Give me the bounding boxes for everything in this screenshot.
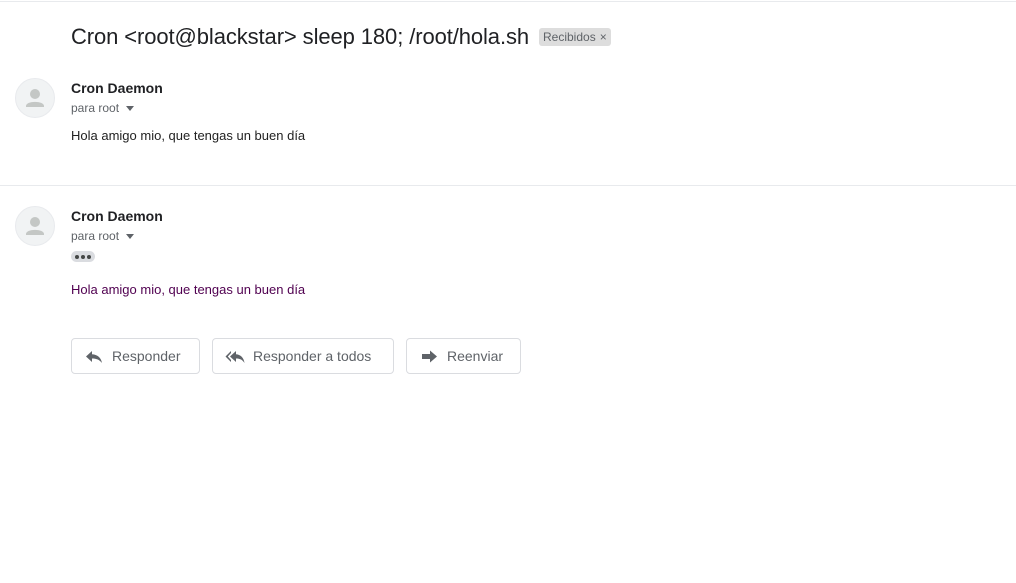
sender-name[interactable]: Cron Daemon xyxy=(71,208,163,224)
reply-all-button[interactable]: Responder a todos xyxy=(212,338,394,374)
forward-icon xyxy=(419,346,439,366)
label-chip-text: Recibidos xyxy=(543,30,596,44)
message-body: Hola amigo mio, que tengas un buen día xyxy=(71,282,306,297)
forward-button[interactable]: Reenviar xyxy=(406,338,521,374)
ellipsis-icon xyxy=(75,254,79,259)
top-divider xyxy=(0,1,1016,2)
remove-label-icon[interactable]: × xyxy=(600,30,607,44)
person-icon xyxy=(15,206,55,246)
sender-name[interactable]: Cron Daemon xyxy=(71,80,163,96)
label-chip-inbox[interactable]: Recibidos × xyxy=(539,28,611,46)
recipient-label: para root xyxy=(71,101,120,115)
message-divider xyxy=(0,185,1016,186)
reply-all-label: Responder a todos xyxy=(253,348,372,364)
caret-down-icon[interactable] xyxy=(126,233,135,239)
reply-label: Responder xyxy=(112,348,181,364)
recipient-label: para root xyxy=(71,229,120,243)
thread-header: Cron <root@blackstar> sleep 180; /root/h… xyxy=(71,22,611,52)
show-trimmed-content-button[interactable] xyxy=(71,251,95,262)
reply-button[interactable]: Responder xyxy=(71,338,200,374)
reply-all-icon xyxy=(225,346,245,366)
person-icon xyxy=(15,78,55,118)
thread-subject: Cron <root@blackstar> sleep 180; /root/h… xyxy=(71,24,529,49)
message-body: Hola amigo mio, que tengas un buen día xyxy=(71,128,306,143)
forward-label: Reenviar xyxy=(447,348,504,364)
caret-down-icon[interactable] xyxy=(126,105,135,111)
recipient-details[interactable]: para root xyxy=(71,229,135,243)
recipient-details[interactable]: para root xyxy=(71,101,135,115)
reply-icon xyxy=(84,346,104,366)
reply-actions: Responder Responder a todos Reenviar xyxy=(71,338,521,374)
